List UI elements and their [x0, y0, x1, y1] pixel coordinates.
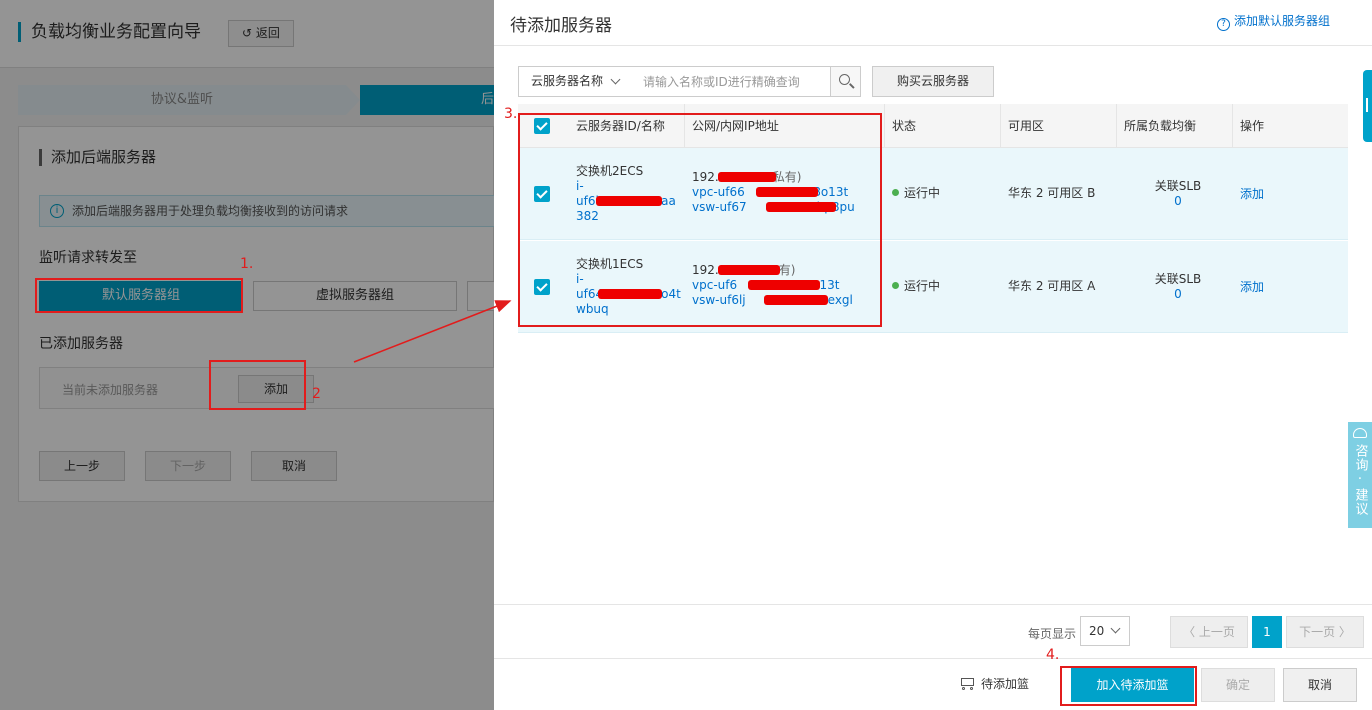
confirm-button[interactable]: 确定 [1201, 668, 1275, 702]
consult-label: 咨询·建议 [1352, 444, 1368, 516]
zone-cell: 华东 2 可用区 A [1008, 279, 1096, 293]
background-page: 负载均衡业务配置向导 ↺ 返回 协议&监听 后 添加后端服务器 i 添加后端服务… [0, 0, 495, 710]
prev-page-button[interactable]: 〈 上一页 [1170, 616, 1248, 648]
help-icon: ? [1216, 18, 1230, 31]
annotation-box-1 [35, 278, 243, 313]
slb-cell: 关联SLB 0 [1138, 179, 1218, 209]
add-default-group-label: 添加默认服务器组 [1233, 14, 1330, 28]
next-page-button[interactable]: 下一页 〉 [1286, 616, 1364, 648]
col-slb: 所属负载均衡 [1124, 119, 1197, 133]
status-running-icon [892, 189, 899, 196]
annotation-number-1: 1. [240, 256, 254, 272]
annotation-box-4 [1060, 666, 1197, 706]
headset-icon [1353, 428, 1367, 438]
add-row-link[interactable]: 添加 [1240, 187, 1264, 202]
page-1-button[interactable]: 1 [1252, 616, 1282, 648]
add-default-group-link[interactable]: ? 添加默认服务器组 [1216, 12, 1330, 31]
search-input[interactable] [631, 66, 831, 97]
per-page-select[interactable]: 20 [1080, 616, 1130, 646]
filter-select-value: 云服务器名称 [531, 74, 604, 88]
cart-icon [958, 675, 976, 691]
modal-overlay [0, 0, 494, 710]
annotation-box-2 [209, 360, 306, 410]
search-button[interactable] [830, 66, 861, 97]
buy-server-button[interactable]: 购买云服务器 [872, 66, 994, 97]
add-row-link[interactable]: 添加 [1240, 280, 1264, 295]
drawer-footer: 待添加篮 加入待添加篮 确定 取消 [494, 658, 1372, 710]
side-collapse-tab[interactable] [1363, 70, 1372, 142]
slb-cell: 关联SLB 0 [1138, 272, 1218, 302]
per-page-label: 每页显示 [1028, 627, 1077, 641]
chevron-down-icon [1110, 623, 1121, 634]
annotation-number-2: 2 [312, 386, 321, 402]
col-status: 状态 [892, 119, 917, 133]
chevron-left-icon: 〈 [1183, 625, 1199, 639]
basket-button[interactable]: 待添加篮 [958, 675, 1029, 692]
drawer-header: 待添加服务器 ? 添加默认服务器组 [494, 0, 1372, 46]
chevron-down-icon [610, 74, 621, 85]
status-cell: 运行中 [892, 186, 940, 201]
add-servers-drawer: 待添加服务器 ?添加默认服务器组 云服务器名称 购买云服务器 云服务器ID/名称… [494, 0, 1372, 710]
status-cell: 运行中 [892, 279, 940, 294]
drawer-title: 待添加服务器 [510, 16, 612, 36]
zone-cell: 华东 2 可用区 B [1008, 186, 1096, 200]
col-zone: 可用区 [1008, 119, 1045, 133]
slb-count[interactable]: 0 [1138, 287, 1218, 302]
slb-count[interactable]: 0 [1138, 194, 1218, 209]
annotation-number-3: 3. [504, 106, 518, 122]
filter-select[interactable]: 云服务器名称 [518, 66, 632, 97]
cancel-button[interactable]: 取消 [1283, 668, 1357, 702]
annotation-number-4: 4. [1046, 647, 1060, 663]
chevron-right-icon: 〉 [1335, 625, 1351, 639]
consult-widget[interactable]: 咨询·建议 [1348, 422, 1372, 528]
status-running-icon [892, 282, 899, 289]
pagination: 每页显示 20 〈 上一页 1 下一页 〉 [494, 604, 1372, 658]
col-action: 操作 [1240, 119, 1265, 133]
annotation-box-3 [518, 113, 882, 327]
